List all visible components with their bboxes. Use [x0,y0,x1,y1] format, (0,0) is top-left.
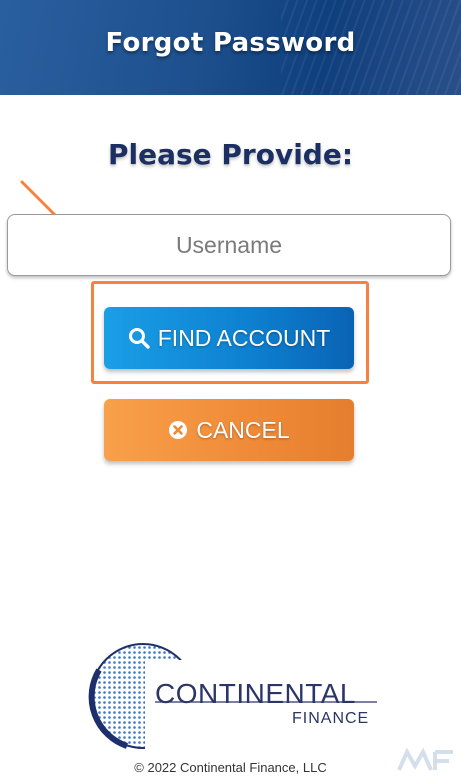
search-icon [128,327,150,349]
cancel-button[interactable]: CANCEL [104,399,354,461]
find-account-label: FIND ACCOUNT [157,324,331,351]
page-title: Forgot Password [105,28,356,58]
logo-subname: FINANCE [292,710,370,727]
header-bar: Forgot Password [0,0,461,95]
username-input[interactable] [7,214,451,276]
copyright-text: © 2022 Continental Finance, LLC [134,760,327,775]
logo-name: CONTINENTAL [155,678,356,709]
watermark-logo-icon [397,747,453,771]
cancel-label: CANCEL [196,416,290,443]
find-account-button[interactable]: FIND ACCOUNT [104,307,354,369]
times-circle-icon [168,420,188,440]
form-heading: Please Provide: [107,138,354,171]
